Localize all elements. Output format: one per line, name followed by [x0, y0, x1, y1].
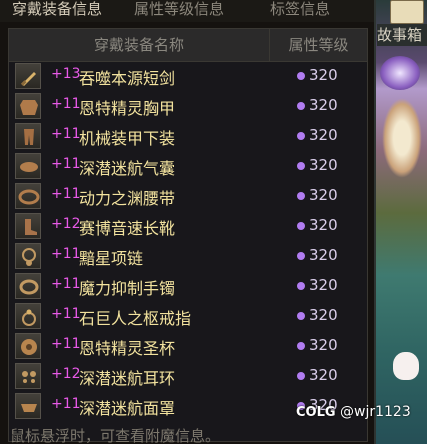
dagger-icon[interactable] — [15, 63, 41, 89]
attribute-dot-icon — [297, 102, 305, 110]
enhance-level: +11 — [51, 336, 81, 352]
equipment-row[interactable]: +11 深潜迷航气囊 320 — [15, 153, 363, 179]
attribute-dot-icon — [297, 252, 305, 260]
leg-armor-icon[interactable] — [15, 123, 41, 149]
equipment-row[interactable]: +11 恩特精灵胸甲 320 — [15, 93, 363, 119]
enhance-level: +13 — [51, 66, 81, 82]
attribute-level-value: 320 — [309, 66, 338, 84]
ring-icon[interactable] — [15, 303, 41, 329]
attribute-level-value: 320 — [309, 156, 338, 174]
attribute-dot-icon — [297, 372, 305, 380]
enhance-level: +11 — [51, 396, 81, 412]
attribute-level-value: 320 — [309, 186, 338, 204]
column-header-attribute-level: 属性等级 — [288, 36, 349, 54]
earring-icon[interactable] — [15, 363, 41, 389]
hint-text: 鼠标悬浮时，可查看附魔信息。 — [10, 428, 221, 444]
wreath-decoration — [382, 98, 422, 178]
equipment-name: 黯星项链 — [79, 249, 144, 268]
attribute-level-value: 320 — [309, 216, 338, 234]
chest-armor-icon[interactable] — [15, 93, 41, 119]
equipment-row[interactable]: +13 吞噬本源短剑 320 — [15, 63, 363, 89]
attribute-dot-icon — [297, 282, 305, 290]
equipment-row[interactable]: +11 黯星项链 320 — [15, 243, 363, 269]
equipment-name: 动力之渊腰带 — [79, 189, 176, 208]
enhance-level: +11 — [51, 186, 81, 202]
equipment-row[interactable]: +11 机械装甲下装 320 — [15, 123, 363, 149]
tab-equipment-info[interactable]: 穿戴装备信息 — [12, 0, 102, 20]
enhance-level: +11 — [51, 156, 81, 172]
equipment-name: 吞噬本源短剑 — [79, 69, 176, 88]
equipment-panel: 穿戴装备名称 属性等级 +13 吞噬本源短剑 320 +11 恩特精灵胸甲 320 +11 机… — [8, 28, 368, 442]
equipment-name: 恩特精灵圣杯 — [79, 339, 176, 358]
attribute-dot-icon — [297, 192, 305, 200]
mask-icon[interactable] — [15, 393, 41, 419]
story-box-label[interactable]: 故事箱 — [377, 24, 427, 46]
enhance-level: +11 — [51, 306, 81, 322]
attribute-level-value: 320 — [309, 126, 338, 144]
belt-icon[interactable] — [15, 183, 41, 209]
enhance-level: +11 — [51, 126, 81, 142]
equipment-row[interactable]: +11 动力之渊腰带 320 — [15, 183, 363, 209]
tab-bar: 穿戴装备信息 属性等级信息 标签信息 — [0, 0, 374, 22]
bunny-icon[interactable] — [393, 352, 419, 380]
watermark-handle: @wjr1123 — [340, 404, 411, 420]
attribute-dot-icon — [297, 132, 305, 140]
tab-tag-info[interactable]: 标签信息 — [270, 0, 330, 20]
bracelet-icon[interactable] — [15, 273, 41, 299]
attribute-level-value: 320 — [309, 96, 338, 114]
attribute-dot-icon — [297, 162, 305, 170]
tab-attribute-level-info[interactable]: 属性等级信息 — [134, 0, 224, 20]
equipment-row[interactable]: +11 魔力抑制手镯 320 — [15, 273, 363, 299]
equipment-row[interactable]: +11 石巨人之枢戒指 320 — [15, 303, 363, 329]
equipment-name: 恩特精灵胸甲 — [79, 99, 176, 118]
enhance-level: +11 — [51, 276, 81, 292]
equipment-name: 深潜迷航面罩 — [79, 399, 176, 418]
shoulder-icon[interactable] — [15, 153, 41, 179]
enhance-level: +11 — [51, 96, 81, 112]
equipment-name: 深潜迷航耳环 — [79, 369, 176, 388]
equipment-name: 石巨人之枢戒指 — [79, 309, 192, 328]
chalice-icon[interactable] — [15, 333, 41, 359]
equipment-row[interactable]: +12 赛博音速长靴 320 — [15, 213, 363, 239]
attribute-level-value: 320 — [309, 366, 338, 384]
attribute-dot-icon — [297, 72, 305, 80]
attribute-level-value: 320 — [309, 246, 338, 264]
equipment-name: 赛博音速长靴 — [79, 219, 176, 238]
attribute-level-value: 320 — [309, 276, 338, 294]
scroll-icon[interactable] — [390, 0, 424, 24]
attribute-dot-icon — [297, 222, 305, 230]
equipment-row[interactable]: +11 恩特精灵圣杯 320 — [15, 333, 363, 359]
attribute-level-value: 320 — [309, 306, 338, 324]
watermark-logo: COLG — [296, 405, 336, 420]
equipment-name: 机械装甲下装 — [79, 129, 176, 148]
equipment-name: 深潜迷航气囊 — [79, 159, 176, 178]
equipment-row[interactable]: +12 深潜迷航耳环 320 — [15, 363, 363, 389]
boots-icon[interactable] — [15, 213, 41, 239]
watermark: COLG @wjr1123 — [296, 404, 411, 420]
attribute-dot-icon — [297, 342, 305, 350]
attribute-dot-icon — [297, 312, 305, 320]
emblem-icon[interactable] — [380, 56, 420, 90]
enhance-level: +12 — [51, 216, 81, 232]
enhance-level: +12 — [51, 366, 81, 382]
equipment-name: 魔力抑制手镯 — [79, 279, 176, 298]
necklace-icon[interactable] — [15, 243, 41, 269]
enhance-level: +11 — [51, 246, 81, 262]
column-header-name: 穿戴装备名称 — [9, 29, 270, 61]
attribute-level-value: 320 — [309, 336, 338, 354]
table-header: 穿戴装备名称 属性等级 — [9, 29, 367, 62]
